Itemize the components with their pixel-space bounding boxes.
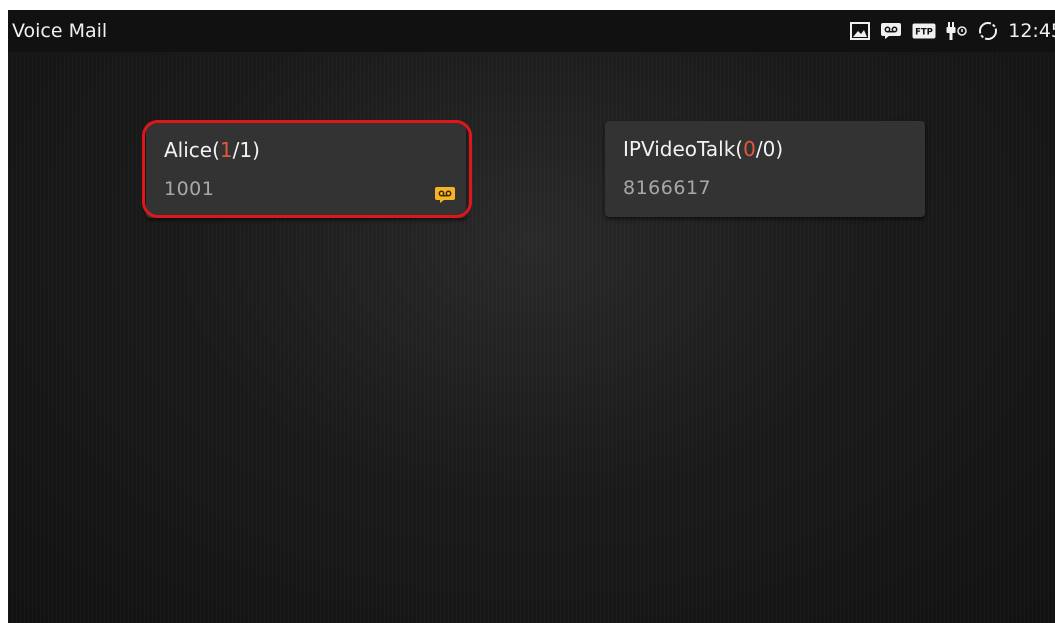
status-icons: FTP 12:4 [850, 18, 1055, 44]
ftp-icon-label: FTP [915, 28, 933, 38]
account-name-line: Alice(1/1) [164, 138, 260, 162]
voicemail-icon [880, 22, 902, 40]
sync-icon [978, 21, 998, 41]
new-message-count: 0 [743, 137, 756, 161]
usb-icon [946, 21, 968, 41]
voicemail-badge-icon [434, 186, 456, 204]
status-bar: Voice Mail FTP 12:4 [8, 10, 1055, 52]
clock: 12:45 [1008, 20, 1055, 42]
account-name-line: IPVideoTalk(0/0) [623, 137, 784, 161]
ftp-icon: FTP [912, 23, 936, 39]
app-title: Voice Mail [12, 20, 108, 42]
screen: Voice Mail FTP 12:4 Alice(1/1) 1001 IPVi… [8, 10, 1055, 623]
account-card-ipvideotalk[interactable]: IPVideoTalk(0/0) 8166617 [605, 121, 925, 217]
total-message-count: 1 [239, 138, 253, 162]
account-number: 1001 [164, 178, 215, 200]
total-message-count: 0 [762, 137, 776, 161]
image-icon [850, 22, 871, 40]
account-card-alice[interactable]: Alice(1/1) 1001 [146, 122, 466, 218]
account-name: IPVideoTalk [623, 137, 736, 161]
account-number: 8166617 [623, 177, 712, 199]
account-name: Alice [164, 138, 213, 162]
new-message-count: 1 [219, 138, 233, 162]
